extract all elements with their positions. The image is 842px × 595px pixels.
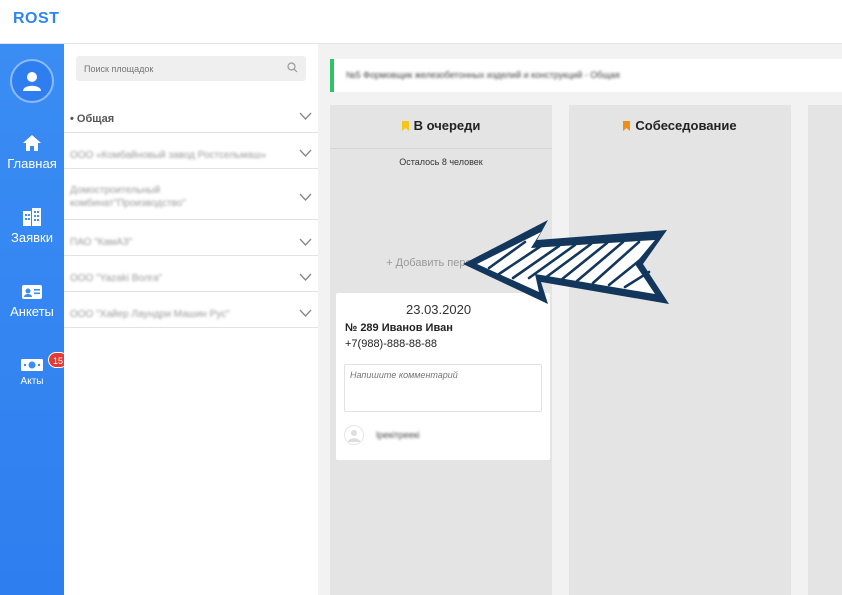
remaining-count: Осталось 8 человек — [330, 148, 552, 167]
vacancy-board: №5 Формовщик железобетонных изделий и ко… — [318, 44, 842, 595]
user-icon — [23, 72, 41, 91]
comment-input[interactable] — [344, 364, 542, 412]
card-phone: +7(988)-888-88-88 — [345, 338, 438, 350]
money-icon — [21, 359, 43, 371]
site-search — [76, 56, 306, 81]
sites-panel: • Общая ООО «Комбайновый завод Ростсельм… — [64, 44, 318, 595]
id-card-icon — [22, 285, 42, 299]
nav-item-profiles[interactable]: Анкеты — [0, 284, 64, 319]
site-label: ООО "Yazaki Волга" — [70, 273, 163, 284]
chevron-down-icon[interactable] — [299, 193, 312, 201]
vacancy-banner: №5 Формовщик железобетонных изделий и ко… — [330, 59, 842, 92]
main-nav: Главная Заявки Анкеты 15 Акты — [0, 44, 68, 595]
site-label: Домостроительный комбинат"Производство" — [70, 185, 186, 209]
user-avatar[interactable] — [10, 59, 54, 103]
column-header: В очереди — [330, 118, 552, 133]
vacancy-title: №5 Формовщик железобетонных изделий и ко… — [346, 70, 620, 80]
site-label: ПАО "КамАЗ" — [70, 237, 133, 248]
column-title: Собеседование — [635, 118, 737, 133]
site-item[interactable]: Домостроительный комбинат"Производство" — [64, 169, 318, 220]
home-icon — [23, 135, 41, 151]
site-label: ООО "Хайер Лаундри Машин Рус" — [70, 309, 230, 320]
site-label: • Общая — [70, 113, 115, 125]
nav-label-acts: Акты — [20, 376, 44, 387]
site-item-general[interactable]: • Общая — [64, 99, 318, 133]
nav-item-home[interactable]: Главная — [0, 134, 64, 171]
site-search-input[interactable] — [76, 56, 286, 81]
card-user-name: Ірекітреекі — [376, 430, 420, 440]
column-queue: В очереди Осталось 8 человек + Добавить … — [330, 105, 552, 595]
nav-label-home: Главная — [7, 156, 57, 171]
site-item[interactable]: ООО "Yazaki Волга" — [64, 256, 318, 292]
site-label: ООО «Комбайновый завод Ростсельмаш» — [70, 150, 267, 161]
site-item[interactable]: ООО «Комбайновый завод Ростсельмаш» — [64, 133, 318, 169]
nav-item-requests[interactable]: Заявки — [0, 208, 64, 245]
site-item[interactable]: ПАО "КамАЗ" — [64, 220, 318, 256]
column-interview: Собеседование — [569, 105, 791, 595]
column-partial — [808, 105, 842, 595]
user-avatar-icon — [344, 425, 364, 445]
search-icon[interactable] — [287, 62, 298, 73]
nav-label-profiles: Анкеты — [10, 304, 54, 319]
nav-item-acts[interactable]: 15 Акты — [0, 352, 68, 387]
column-title: В очереди — [413, 118, 481, 133]
nav-label-requests: Заявки — [11, 230, 53, 245]
chevron-down-icon[interactable] — [299, 309, 312, 317]
bookmark-icon — [401, 121, 409, 131]
buildings-icon — [23, 208, 41, 226]
chevron-down-icon[interactable] — [299, 149, 312, 157]
column-header: Собеседование — [569, 118, 791, 133]
bookmark-icon — [623, 121, 631, 131]
site-item[interactable]: ООО "Хайер Лаундри Машин Рус" — [64, 292, 318, 328]
chevron-down-icon[interactable] — [299, 273, 312, 281]
top-bar: ROST — [0, 0, 842, 44]
chevron-down-icon[interactable] — [299, 238, 312, 246]
candidate-card[interactable]: 23.03.2020 № 289 Иванов Иван +7(988)-888… — [336, 293, 550, 460]
annotation-arrow-icon — [463, 220, 669, 304]
chevron-down-icon[interactable] — [299, 112, 312, 120]
app-logo[interactable]: ROST — [13, 10, 59, 28]
card-title[interactable]: № 289 Иванов Иван — [345, 322, 453, 334]
